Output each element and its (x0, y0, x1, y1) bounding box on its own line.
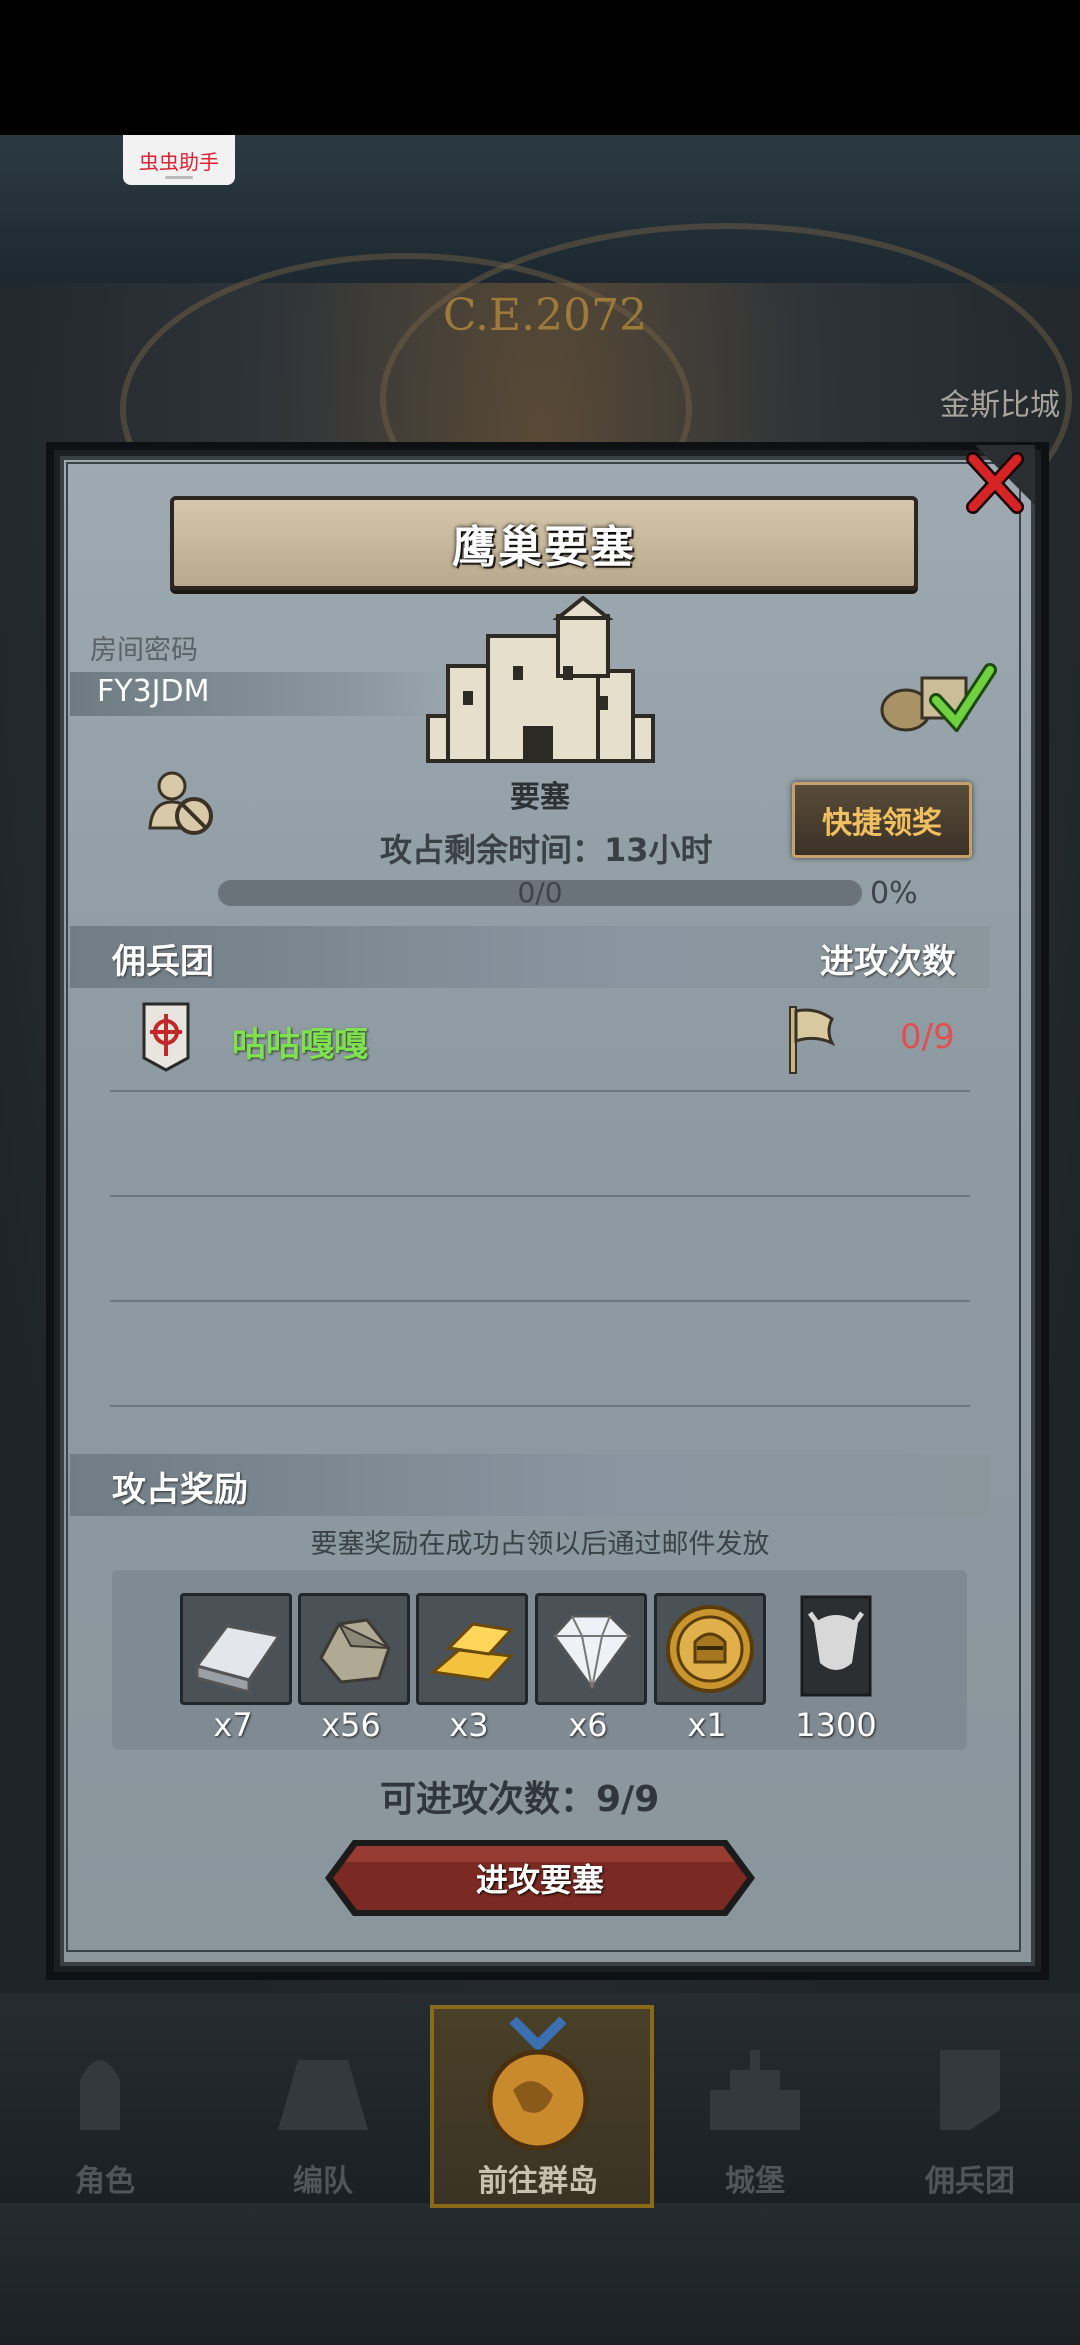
reward-count: x7 (213, 1706, 253, 1744)
attack-count-column-header: 进攻次数 (820, 942, 956, 982)
nav-label: 编队 (293, 2164, 353, 2199)
nav-label: 前往群岛 (478, 2164, 598, 2199)
mercenary-banner-icon (940, 2050, 1000, 2130)
row-divider (110, 1090, 970, 1092)
reward-item[interactable] (654, 1593, 766, 1705)
mercenary-column-header: 佣兵团 (112, 942, 214, 982)
castle-nav-icon (710, 2050, 800, 2130)
bull-banner-icon (800, 1595, 872, 1697)
islands-globe-icon (487, 2016, 589, 2150)
armor-icon (278, 2060, 368, 2130)
title-banner: 鹰巢要塞 (170, 496, 918, 590)
close-icon[interactable] (955, 445, 1035, 525)
room-password-label: 房间密码 (90, 635, 198, 666)
gold-bars-icon (429, 1622, 515, 1682)
modal-title: 鹰巢要塞 (452, 522, 636, 573)
quick-claim-button[interactable]: 快捷领奖 (792, 782, 972, 858)
nav-item-character[interactable]: 角色 (0, 2010, 210, 2200)
guild-attack-count: 0/9 (900, 1017, 955, 1057)
reward-bag-claimed-icon (880, 663, 997, 732)
reward-item[interactable] (535, 1593, 647, 1705)
nav-item-formation[interactable]: 编队 (218, 2010, 428, 2200)
reward-count: 1300 (795, 1706, 877, 1744)
stone-icon (319, 1618, 391, 1684)
silver-ingot-icon (194, 1624, 282, 1694)
nav-label: 角色 (75, 2164, 135, 2199)
progress-percent-label: 0% (870, 876, 918, 911)
guild-emblem-icon (142, 1002, 190, 1072)
year-label: C.E.2072 (442, 290, 648, 341)
nav-item-islands[interactable]: 前往群岛 (433, 2010, 643, 2200)
reward-note: 要塞奖励在成功占领以后通过邮件发放 (310, 1529, 770, 1560)
remaining-attacks-label: 可进攻次数：9/9 (380, 1779, 660, 1820)
bottom-area (0, 2203, 1080, 2345)
fortress-label: 要塞 (510, 780, 570, 815)
flag-icon (789, 1006, 836, 1074)
nav-label: 城堡 (725, 2164, 785, 2199)
city-label: 金斯比城 (940, 388, 1060, 423)
progress-count-label: 0/0 (517, 876, 563, 909)
row-divider (110, 1195, 970, 1197)
room-code-value[interactable]: FY3JDM (97, 674, 210, 709)
knight-helmet-icon (80, 2060, 120, 2130)
reward-count: x6 (568, 1706, 608, 1744)
reward-count: x3 (449, 1706, 489, 1744)
diamond-icon (552, 1614, 632, 1691)
helper-overlay-tab[interactable]: 虫虫助手 (123, 135, 235, 185)
nav-label: 佣兵团 (925, 2164, 1015, 2199)
fortress-castle-icon (426, 596, 655, 763)
knight-coin-icon (666, 1605, 754, 1693)
reward-item[interactable] (796, 1593, 876, 1699)
time-remaining-label: 攻占剩余时间：13小时 (380, 831, 713, 869)
nav-item-castle[interactable]: 城堡 (650, 2010, 860, 2200)
guild-name[interactable]: 咕咕嘎嘎 (232, 1017, 368, 1066)
reward-item[interactable] (416, 1593, 528, 1705)
nav-item-mercenary[interactable]: 佣兵团 (865, 2010, 1075, 2200)
reward-count: x56 (321, 1706, 381, 1744)
attack-fortress-button[interactable]: 进攻要塞 (325, 1838, 755, 1918)
reward-header: 攻占奖励 (112, 1470, 248, 1510)
status-bar-area (0, 0, 1080, 135)
row-divider (110, 1300, 970, 1302)
reward-item[interactable] (180, 1593, 292, 1705)
reward-count: x1 (687, 1706, 727, 1744)
reward-item[interactable] (298, 1593, 410, 1705)
user-block-icon[interactable] (146, 770, 216, 838)
row-divider (110, 1405, 970, 1407)
